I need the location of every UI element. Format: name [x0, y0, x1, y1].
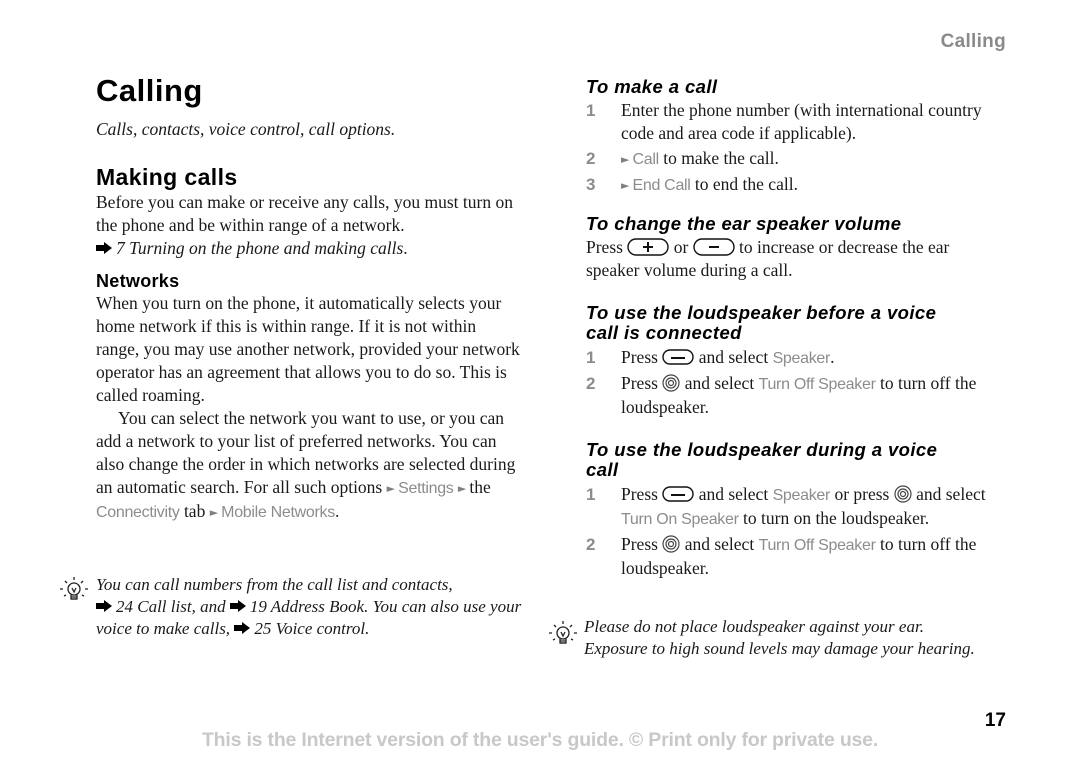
- step-number: 1: [586, 348, 596, 367]
- arrow-right-icon: [234, 622, 251, 634]
- menu-arrow-icon: ►: [621, 153, 630, 166]
- text-and-select: and select: [684, 373, 755, 393]
- networks-paragraph-1: When you turn on the phone, it automatic…: [96, 293, 520, 405]
- menu-item-speaker[interactable]: Speaker: [773, 350, 831, 367]
- menu-arrow-icon: ►: [386, 482, 396, 495]
- step-item: 1 Press and select Speaker.: [586, 346, 1006, 370]
- period: .: [830, 347, 835, 367]
- cross-reference-text: 24 Call list, and: [116, 597, 226, 616]
- tip-text: You can call numbers from the call list …: [96, 575, 453, 594]
- navigation-key-icon[interactable]: [894, 485, 912, 503]
- task-title-make-call: To make a call: [586, 76, 718, 97]
- text-the: the: [469, 477, 491, 497]
- arrow-right-icon: [96, 600, 112, 612]
- intro-paragraph: Before you can make or receive any calls…: [96, 191, 521, 260]
- text-press: Press: [586, 237, 623, 257]
- text-and-select: and select: [916, 484, 986, 504]
- step-number: 2: [586, 149, 596, 168]
- text-press: Press: [621, 373, 658, 393]
- text-tab: tab: [183, 501, 206, 521]
- step-item: 1 Enter the phone number (with internati…: [586, 99, 1006, 145]
- arrow-right-icon: [229, 600, 246, 612]
- menu-item-call[interactable]: Call: [632, 151, 659, 168]
- tip-loudspeaker-warning: Please do not place loudspeaker against …: [584, 617, 975, 658]
- step-item: 2 Press and select Turn Off Speaker to t…: [586, 533, 1006, 580]
- lightbulb-tip-icon: [549, 621, 577, 644]
- navigation-key-icon[interactable]: [662, 535, 680, 553]
- cross-reference-voice-control[interactable]: 25 Voice control.: [234, 619, 369, 638]
- text-or: or: [673, 237, 689, 257]
- step-number: 3: [586, 175, 596, 194]
- volume-down-key-icon[interactable]: [692, 238, 735, 256]
- step-text: to end the call.: [690, 174, 798, 194]
- tip-call-numbers: You can call numbers from the call list …: [96, 574, 526, 640]
- step-item: 3 ► End Call to end the call.: [586, 173, 1006, 197]
- menu-item-mobile-networks[interactable]: Mobile Networks: [221, 504, 335, 521]
- intro-text: Before you can make or receive any calls…: [96, 192, 513, 235]
- text-press: Press: [621, 484, 658, 504]
- step-text: to make the call.: [658, 148, 779, 168]
- volume-up-key-icon[interactable]: [627, 238, 670, 256]
- step-item: 1 Press and select Speaker or press and …: [586, 483, 1006, 531]
- selection-key-icon[interactable]: [662, 348, 695, 366]
- step-number: 1: [586, 485, 596, 504]
- cross-reference-text: 7 Turning on the phone and making calls: [116, 238, 404, 258]
- menu-item-end-call[interactable]: End Call: [632, 177, 690, 194]
- menu-item-turn-off-speaker[interactable]: Turn Off Speaker: [759, 376, 876, 393]
- menu-arrow-icon: ►: [457, 482, 467, 495]
- running-header: Calling: [940, 31, 1006, 52]
- step-number: 2: [586, 374, 596, 393]
- chapter-subtitle: Calls, contacts, voice control, call opt…: [96, 119, 396, 139]
- text-press: Press: [621, 347, 658, 367]
- volume-paragraph: Press or to increase or decrease the ear…: [586, 236, 1006, 282]
- step-text: Enter the phone number (with internation…: [621, 100, 982, 143]
- subsection-title-networks: Networks: [96, 271, 180, 291]
- text-and-select: and select: [698, 484, 769, 504]
- text-press: Press: [621, 534, 658, 554]
- left-column: Calling Calls, contacts, voice control, …: [96, 72, 521, 524]
- footer-notice: This is the Internet version of the user…: [201, 729, 879, 751]
- menu-item-speaker[interactable]: Speaker: [773, 487, 831, 504]
- menu-arrow-icon: ►: [621, 179, 630, 192]
- step-item: 2 Press and select Turn Off Speaker to t…: [586, 372, 1006, 419]
- cross-reference-call-list[interactable]: 24 Call list, and: [96, 597, 226, 616]
- menu-item-turn-on-speaker[interactable]: Turn On Speaker: [621, 511, 739, 528]
- networks-paragraph-2: You can select the network you want to u…: [96, 407, 521, 524]
- task-title-loudspeaker-before-call: To use the loudspeaker before a voice ca…: [586, 302, 937, 343]
- menu-arrow-icon: ►: [209, 506, 219, 519]
- period: .: [403, 238, 408, 258]
- chapter-title: Calling: [96, 73, 203, 108]
- lightbulb-tip-icon: [60, 577, 88, 600]
- selection-key-icon[interactable]: [662, 485, 695, 503]
- right-column: To make a call 1 Enter the phone number …: [586, 77, 1006, 580]
- menu-item-settings[interactable]: Settings: [398, 480, 454, 497]
- section-title-making-calls: Making calls: [96, 164, 238, 190]
- task-title-loudspeaker-during-call: To use the loudspeaker during a voice ca…: [586, 439, 938, 480]
- step-text: to turn on the loudspeaker.: [743, 508, 930, 528]
- period: .: [334, 501, 340, 521]
- menu-item-connectivity[interactable]: Connectivity: [96, 504, 180, 521]
- cross-reference-text: 25 Voice control.: [254, 619, 370, 638]
- cross-reference-link[interactable]: 7 Turning on the phone and making calls: [96, 238, 403, 258]
- step-number: 1: [586, 101, 596, 120]
- text-or-press: or press: [834, 484, 890, 504]
- step-number: 2: [586, 535, 596, 554]
- arrow-right-icon: [96, 242, 112, 254]
- task-title-ear-speaker-volume: To change the ear speaker volume: [586, 213, 902, 234]
- text-and-select: and select: [698, 347, 769, 367]
- step-item: 2 ► Call to make the call.: [586, 147, 1006, 171]
- navigation-key-icon[interactable]: [662, 374, 680, 392]
- text-and-select: and select: [684, 534, 755, 554]
- menu-item-turn-off-speaker[interactable]: Turn Off Speaker: [759, 537, 876, 554]
